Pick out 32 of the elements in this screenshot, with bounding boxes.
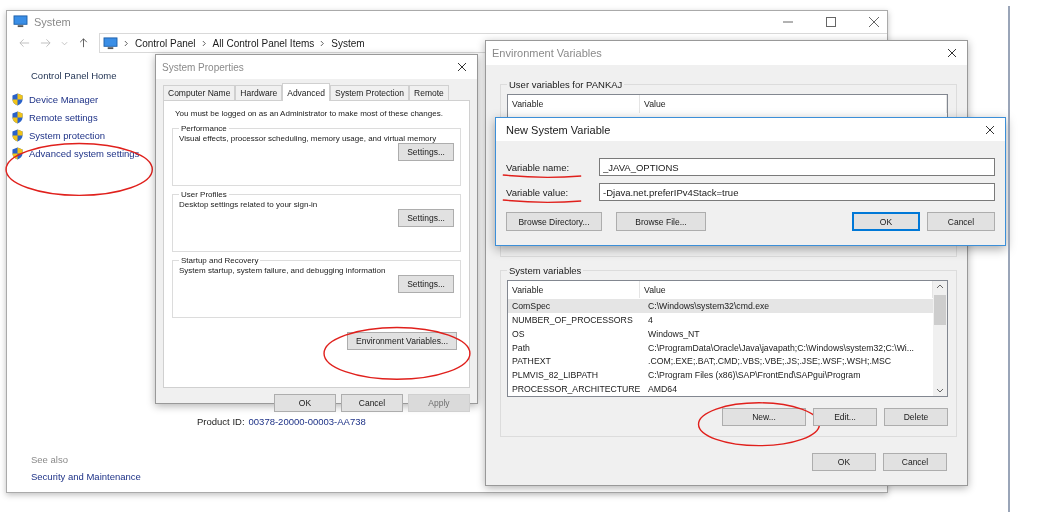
table-cell-text: C:\Windows\system32\cmd.exe: [647, 301, 771, 312]
product-id-label: Product ID:: [197, 416, 245, 427]
table-cell-text: NUMBER_OF_PROCESSORS: [511, 314, 634, 325]
table-cell-text: OS: [511, 328, 526, 339]
table-cell-text: C:\ProgramData\Oracle\Java\javapath;C:\Windows\system32;C:\Wi...: [647, 342, 916, 353]
table-cell-text: .COM;.EXE;.BAT;.CMD;.VBS;.VBE;.JS;.JSE;.WSF;.WSH;.MSC: [647, 356, 893, 367]
product-id-value: 00378-20000-00003-AA738: [248, 416, 366, 427]
table-cell-text: ComSpec: [511, 301, 552, 312]
field-label: Variable value:: [506, 186, 569, 198]
table-cell-text: Windows_NT: [647, 328, 701, 339]
window-title: System: [34, 15, 71, 28]
table-cell-text: PROCESSOR_ARCHITECTURE: [511, 384, 642, 395]
table-cell-text: PLMVIS_82_LIBPATH: [511, 370, 600, 381]
dialog-title: New System Variable: [506, 123, 611, 136]
dialog-title: Environment Variables: [492, 47, 602, 59]
group-title: System variables: [508, 265, 583, 276]
group-description: System startup, system failure, and debugging information: [179, 266, 387, 275]
table-cell-text: C:\Program Files (x86)\SAP\FrontEnd\SAPgui\Program: [647, 370, 862, 381]
field-label: Variable name:: [506, 161, 570, 173]
section-heading: See also: [30, 454, 69, 465]
notice-text: You must be logged on as an Administrator to make most of these changes.: [174, 109, 444, 118]
table-cell-text: AMD64: [647, 384, 678, 395]
group-description: Visual effects, processor scheduling, memory usage, and virtual memory: [179, 134, 438, 143]
table-cell-text: PATHEXT: [511, 356, 552, 367]
table-cell-text: 4: [647, 314, 654, 325]
group-title: User Profiles: [180, 190, 228, 199]
group-title: User variables for PANKAJ: [508, 79, 624, 90]
group-description: Desktop settings related to your sign-in: [179, 200, 319, 209]
table-cell-text: Path: [511, 342, 531, 353]
group-title: Startup and Recovery: [180, 256, 260, 265]
group-title: Performance: [180, 124, 228, 133]
dialog-title: System Properties: [162, 61, 244, 73]
